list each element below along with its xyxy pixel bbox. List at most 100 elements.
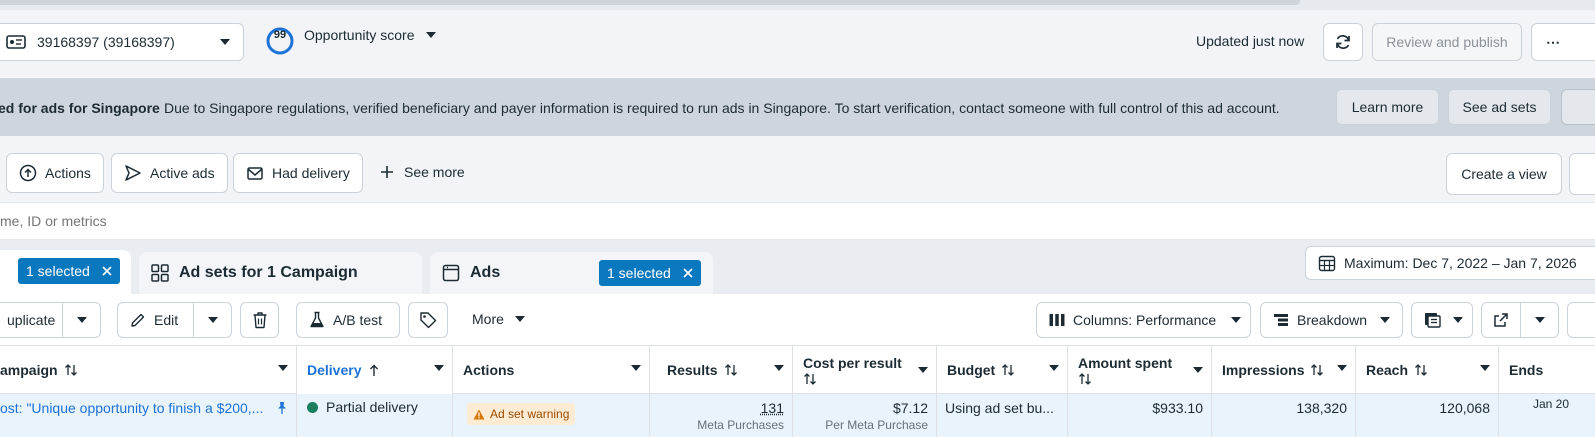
chevron-down-icon[interactable] <box>1480 365 1490 371</box>
search-bar <box>0 202 1595 240</box>
sort-icon <box>724 363 738 377</box>
tab-ads[interactable]: Ads 1 selected <box>430 252 713 294</box>
calendar-icon <box>1318 254 1336 272</box>
chevron-down-icon[interactable] <box>918 367 928 373</box>
chevron-down-icon[interactable] <box>278 365 288 371</box>
search-input[interactable] <box>0 209 800 233</box>
learn-more-button[interactable]: Learn more <box>1336 89 1439 125</box>
opportunity-score[interactable]: 99 Opportunity score <box>266 27 437 55</box>
campaigns-selected-chip[interactable]: 1 selected <box>18 258 120 284</box>
columns-button[interactable]: Columns: Performance <box>1036 302 1251 338</box>
review-publish-button[interactable]: Review and publish <box>1372 23 1522 61</box>
filter-actions-button[interactable]: Actions <box>6 153 104 193</box>
sort-icon <box>803 372 817 386</box>
filter-active-ads-button[interactable]: Active ads <box>111 153 228 193</box>
opportunity-label: Opportunity score <box>304 27 415 43</box>
close-icon[interactable] <box>102 266 112 276</box>
see-more-label: See more <box>404 164 465 180</box>
results-value[interactable]: 131 <box>660 400 784 416</box>
chevron-down-icon[interactable] <box>631 365 641 371</box>
column-ends-label: Ends <box>1509 362 1544 378</box>
more-options-button[interactable]: ⋯ <box>1531 23 1595 61</box>
filter-had-delivery-label: Had delivery <box>272 165 350 181</box>
chevron-down-icon <box>219 38 231 46</box>
date-range-picker[interactable]: Maximum: Dec 7, 2022 – Jan 7, 2026 <box>1305 246 1595 280</box>
flask-icon <box>309 311 325 329</box>
see-ad-sets-button[interactable]: See ad sets <box>1448 89 1551 125</box>
chevron-down-icon <box>514 315 526 323</box>
chevron-down-icon <box>1534 316 1546 324</box>
see-more-button[interactable]: See more <box>380 164 465 180</box>
campaign-name-link[interactable]: ost: "Unique opportunity to finish a $20… <box>0 400 263 416</box>
column-header-ends[interactable]: Ends <box>1499 346 1595 394</box>
export-button[interactable] <box>1481 302 1521 338</box>
cell-impressions: 138,320 <box>1212 394 1356 437</box>
chevron-down-icon[interactable] <box>1193 367 1203 373</box>
cost-value: $7.12 <box>892 400 928 416</box>
column-header-amount-spent[interactable]: Amount spent <box>1068 346 1212 394</box>
edit-dropdown[interactable] <box>193 302 232 338</box>
sort-icon <box>1078 372 1092 386</box>
ad-window-icon <box>442 264 460 282</box>
column-header-results[interactable]: Results <box>650 346 793 394</box>
ab-test-button[interactable]: A/B test <box>296 302 400 338</box>
trash-icon <box>252 311 268 329</box>
banner-title: ed for ads for Singapore <box>0 100 160 116</box>
tab-adsets-label: Ad sets for 1 Campaign <box>179 264 358 281</box>
column-budget-label: Budget <box>947 362 996 378</box>
column-header-reach[interactable]: Reach <box>1356 346 1499 394</box>
delivery-status: Partial delivery <box>326 399 418 415</box>
duplicate-button[interactable]: uplicate <box>0 302 63 338</box>
export-dropdown[interactable] <box>1520 302 1559 338</box>
pin-icon[interactable] <box>276 401 288 415</box>
cell-budget: Using ad set bu... <box>937 394 1068 437</box>
warning-icon <box>473 409 485 420</box>
column-header-delivery[interactable]: Delivery <box>297 346 453 394</box>
table-row[interactable]: ost: "Unique opportunity to finish a $20… <box>0 394 1595 437</box>
tag-button[interactable] <box>408 302 448 338</box>
column-campaign-label: ampaign <box>0 362 58 378</box>
chevron-down-icon[interactable] <box>774 365 784 371</box>
cell-results: 131 Meta Purchases <box>650 394 793 437</box>
sort-icon <box>1414 363 1428 377</box>
cell-delivery: Partial delivery <box>297 394 453 437</box>
column-header-actions[interactable]: Actions <box>453 346 650 394</box>
create-view-button[interactable]: Create a view <box>1446 153 1562 195</box>
refresh-button[interactable] <box>1323 23 1363 61</box>
column-header-budget[interactable]: Budget <box>937 346 1068 394</box>
tab-adsets[interactable]: Ad sets for 1 Campaign <box>139 252 422 294</box>
chevron-down-icon[interactable] <box>1337 365 1347 371</box>
header-bar: 39168397 (39168397) 99 Opportunity score… <box>0 10 1595 78</box>
updated-status: Updated just now <box>1196 33 1305 49</box>
account-selector[interactable]: 39168397 (39168397) <box>0 23 244 61</box>
ads-selected-chip[interactable]: 1 selected <box>599 260 701 286</box>
column-header-cost[interactable]: Cost per result <box>793 346 937 394</box>
status-dot <box>307 402 318 413</box>
filter-active-ads-label: Active ads <box>150 165 215 181</box>
upload-circle-icon <box>19 164 37 182</box>
sort-icon <box>1310 363 1324 377</box>
delete-button[interactable] <box>240 302 279 338</box>
tab-ads-label: Ads <box>470 264 501 281</box>
breakdown-button[interactable]: Breakdown <box>1260 302 1403 338</box>
chevron-down-icon[interactable] <box>434 365 444 371</box>
toolbar-extra-button[interactable] <box>1567 302 1595 338</box>
close-icon[interactable] <box>683 268 693 278</box>
view-extra-button[interactable] <box>1569 153 1595 195</box>
filter-had-delivery-button[interactable]: Had delivery <box>233 153 363 193</box>
regulation-banner: ed for ads for Singapore Due to Singapor… <box>0 78 1595 136</box>
column-header-impressions[interactable]: Impressions <box>1212 346 1356 394</box>
reports-button[interactable] <box>1411 302 1473 338</box>
plus-icon <box>380 165 394 179</box>
impressions-value: 138,320 <box>1296 400 1347 416</box>
edit-button[interactable]: Edit <box>117 302 194 338</box>
duplicate-dropdown[interactable] <box>62 302 101 338</box>
column-header-campaign[interactable]: ampaign <box>0 346 297 394</box>
ad-set-warning-badge[interactable]: Ad set warning <box>467 403 576 425</box>
cell-ends: Jan 20 <box>1499 394 1595 437</box>
more-button[interactable]: More <box>472 311 526 327</box>
banner-extra-button[interactable] <box>1561 89 1595 125</box>
chevron-down-icon[interactable] <box>1049 365 1059 371</box>
tab-campaigns[interactable]: 1 selected <box>0 250 131 294</box>
tag-icon <box>419 311 437 329</box>
